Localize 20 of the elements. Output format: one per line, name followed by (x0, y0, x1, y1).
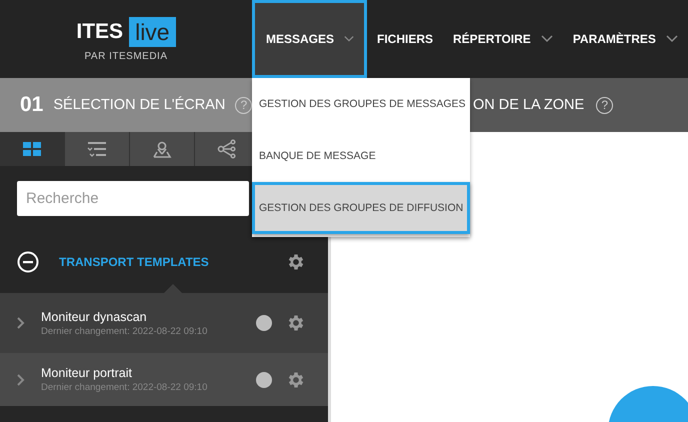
nav-item[interactable]: PARAMÈTRES (562, 0, 688, 78)
step-number: 01 (20, 93, 44, 117)
search-field[interactable]: Recherche (17, 181, 249, 216)
last-change-text: Dernier changement: 2022-08-22 09:10 (41, 382, 208, 393)
nav-item[interactable]: RÉPERTOIRE (443, 0, 563, 78)
help-button[interactable]: ? (596, 96, 614, 114)
screen-name: Moniteur portrait (41, 366, 134, 380)
group-name: TRANSPORT TEMPLATES (59, 255, 210, 269)
menu-item[interactable]: GESTION DES GROUPES DE MESSAGES (252, 78, 470, 130)
menu-item[interactable]: BANQUE DE MESSAGE (252, 130, 470, 182)
logo-text: ITES (76, 20, 124, 44)
screen-name: Moniteur dynascan (41, 310, 148, 324)
logo-badge: live (129, 16, 176, 46)
step-title: ON DE LA ZONE (473, 97, 584, 113)
logo-tagline: PAR ITESMEDIA (84, 50, 168, 62)
menu-item[interactable]: GESTION DES GROUPES DE DIFFUSION (252, 182, 470, 234)
last-change-text: Dernier changement: 2022-08-22 09:10 (41, 326, 208, 336)
nav-item[interactable]: FICHIERS (367, 0, 444, 78)
nav-item[interactable]: MESSAGES (252, 0, 367, 78)
step-title: SÉLECTION DE L'ÉCRAN (53, 97, 226, 113)
